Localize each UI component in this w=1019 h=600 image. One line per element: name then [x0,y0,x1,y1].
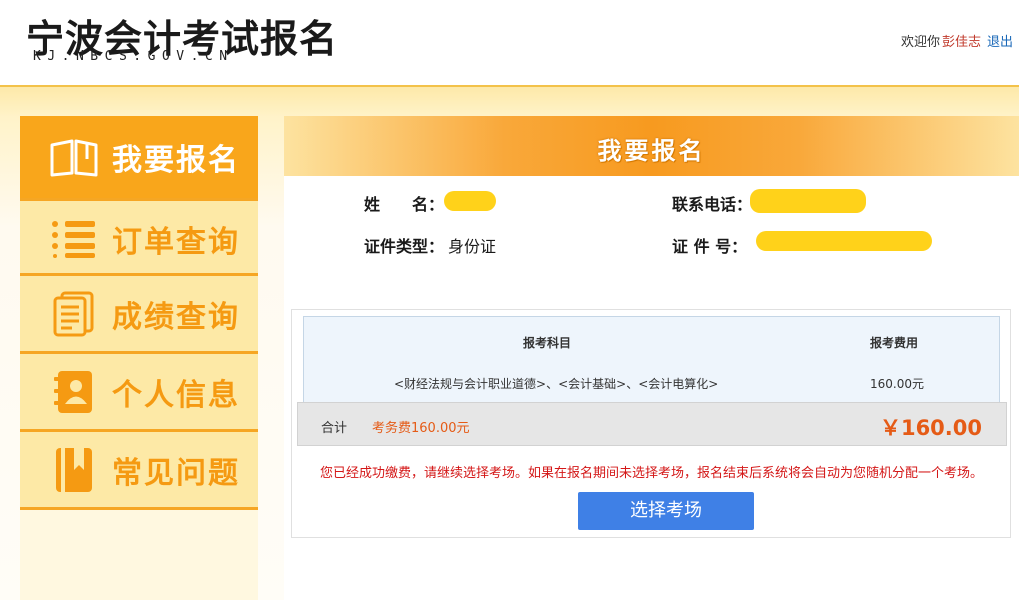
sidebar-item-label: 个人信息 [112,377,240,413]
column-header-subject: 报考科目 [523,336,572,350]
sidebar-divider [20,507,258,510]
username[interactable]: 彭佳志 [942,35,981,50]
total-amount: ￥160.00 [879,416,982,440]
phone-label: 联系电话： [672,195,753,214]
id-number-label: 证 件 号： [672,237,748,256]
sidebar-item-scores[interactable]: 成绩查询 [20,276,258,351]
sidebar: 我要报名 订单查询 成绩查询 个人信息 常见问题 [20,116,258,600]
sidebar-item-label: 常见问题 [112,455,240,491]
subjects-table: 报考科目 报考费用 <财经法规与会计职业道德>、<会计基础>、<会计电算化> 1… [303,316,1000,404]
id-type-label: 证件类型： [364,237,445,256]
sidebar-item-faq[interactable]: 常见问题 [20,432,258,507]
total-label: 合计 [321,421,348,436]
site-domain: KJ.NBCS.GOV.CN [33,49,234,64]
book-icon [48,133,100,181]
exam-fee-text: 考务费160.00元 [372,421,470,436]
panel-header: 我要报名 [284,116,1019,176]
contact-book-icon [48,368,100,416]
welcome-text: 欢迎你 [900,35,940,50]
fee-cell: 160.00元 [870,377,924,391]
list-icon [48,215,100,263]
sidebar-item-label: 成绩查询 [112,299,240,335]
sidebar-item-orders[interactable]: 订单查询 [20,201,258,276]
user-area: 欢迎你 彭佳志 退出 [901,31,1013,50]
sidebar-item-profile[interactable]: 个人信息 [20,354,258,429]
redacted-phone [750,189,866,213]
payment-notice: 您已经成功缴费，请继续选择考场。如果在报名期间未选择考场，报名结束后系统将会自动… [320,466,984,481]
document-icon [48,290,100,338]
select-exam-site-button[interactable]: 选择考场 [578,492,754,530]
sidebar-item-label: 订单查询 [112,224,240,260]
total-row: 合计 考务费160.00元 ￥160.00 [297,402,1007,446]
id-type-value: 身份证 [448,237,497,256]
redacted-id-number [756,231,932,251]
panel-title: 我要报名 [597,137,706,165]
subject-cell: <财经法规与会计职业道德>、<会计基础>、<会计电算化> [394,377,719,391]
sidebar-item-register[interactable]: 我要报名 [20,116,258,198]
name-label: 姓 名： [364,195,445,214]
id-type-row: 证件类型： 身份证 [364,233,496,257]
bookmark-book-icon [48,446,100,494]
sidebar-item-label: 我要报名 [112,143,240,178]
logout-link[interactable]: 退出 [987,35,1013,50]
column-header-fee: 报考费用 [870,336,919,350]
main-panel: 我要报名 姓 名： 联系电话： 证件类型： 身份证 证 件 号： 报考科目 报考费… [284,116,1019,600]
site-header: 宁波会计考试报名 KJ.NBCS.GOV.CN 欢迎你 彭佳志 退出 [0,0,1019,86]
redacted-name [444,191,496,211]
registration-summary: 报考科目 报考费用 <财经法规与会计职业道德>、<会计基础>、<会计电算化> 1… [291,309,1011,538]
